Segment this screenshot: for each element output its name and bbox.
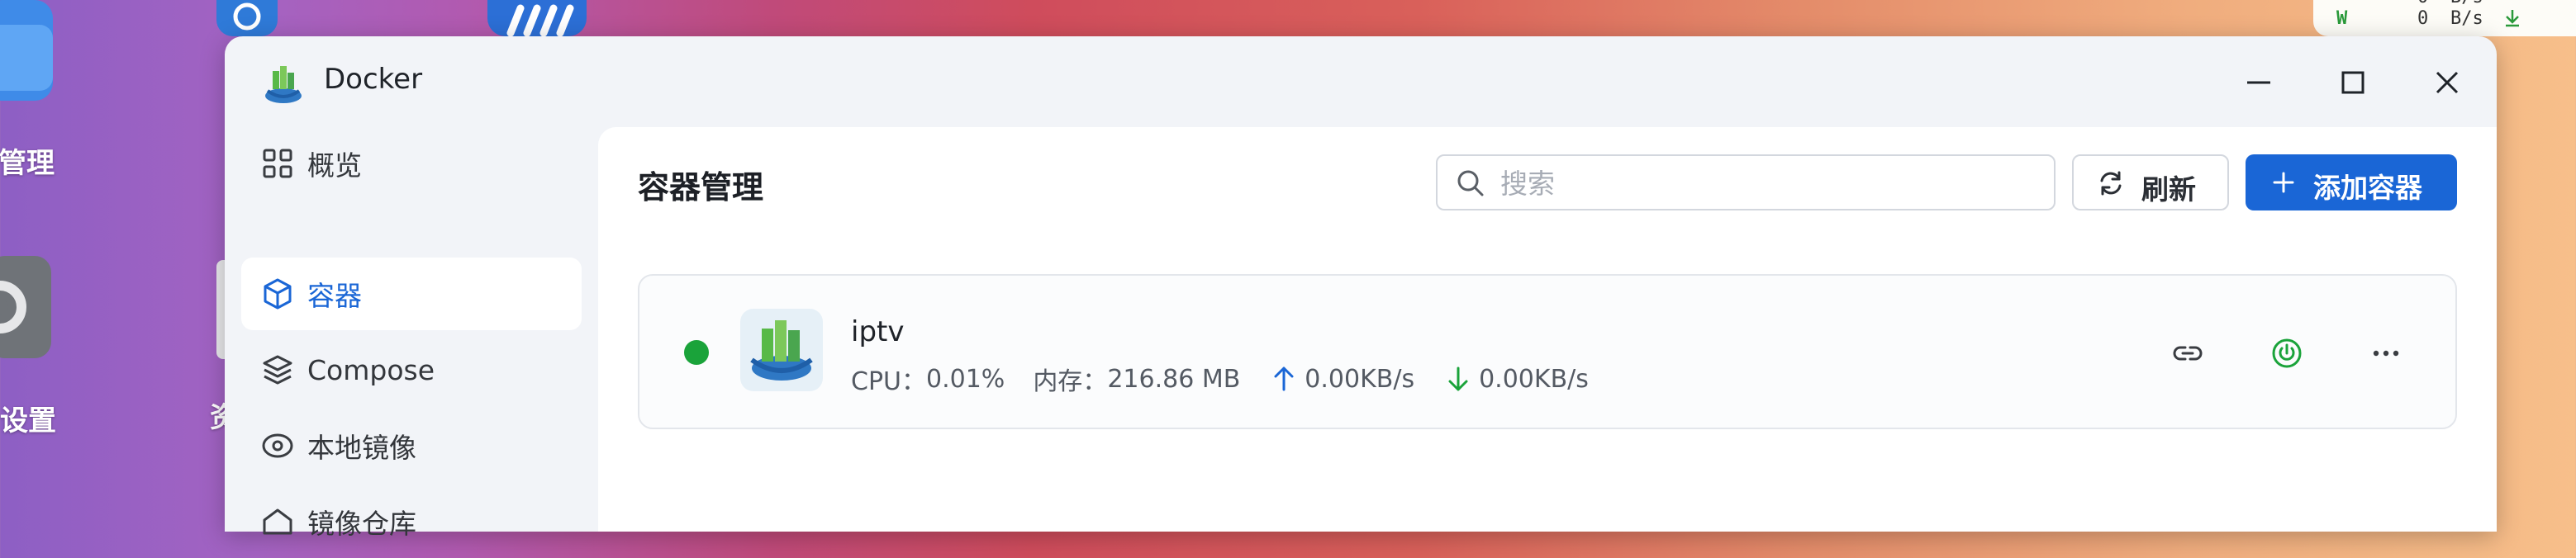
download-rate: 0.00KB/s [1479, 364, 1589, 394]
netmon-write-unit: B/s [2450, 8, 2483, 29]
disc-icon [262, 433, 293, 458]
title-bar[interactable]: Docker [225, 36, 2497, 127]
container-stats: CPU： 0.01% 内存： 216.86 MB 0.00KB/s 0.00KB… [851, 361, 1589, 397]
docker-logo-icon [261, 61, 306, 109]
refresh-button[interactable]: 刷新 [2072, 154, 2229, 210]
network-monitor: 0 B/s W 0 B/s [2313, 0, 2576, 36]
plus-icon [2273, 172, 2294, 193]
download-arrow-icon [1448, 366, 1468, 391]
desktop-label-manage: 管理 [0, 147, 55, 180]
page-title: 容器管理 [638, 169, 764, 206]
search-input[interactable] [1499, 156, 2031, 210]
docker-window: Docker 概览 容器 Compose 本地镜像 镜像仓库 容器管理 搜索 刷… [225, 36, 2497, 540]
app2-desktop-icon[interactable] [487, 0, 587, 37]
power-icon [2272, 338, 2302, 368]
refresh-label: 刷新 [2141, 173, 2196, 206]
maximize-icon [2341, 71, 2365, 94]
container-power-button[interactable] [2260, 327, 2313, 380]
link-icon [2173, 346, 2203, 361]
container-logo-icon [740, 309, 823, 391]
more-icon [2373, 350, 2399, 357]
close-icon [2436, 71, 2459, 94]
download-arrow-icon [2503, 8, 2521, 31]
main-panel: 容器管理 刷新 添加容器 ipt [598, 127, 2497, 532]
cpu-label: CPU： [851, 367, 926, 396]
status-running-indicator [684, 340, 709, 365]
netmon-write-label: W [2336, 8, 2348, 29]
minimize-icon [2247, 81, 2270, 84]
sidebar-item-containers[interactable]: 容器 [241, 258, 582, 330]
netmon-top-value: 0 [2417, 0, 2428, 7]
folder-desktop-icon[interactable] [0, 0, 53, 101]
container-link-button[interactable] [2161, 327, 2214, 380]
refresh-icon [2100, 171, 2122, 196]
upload-arrow-icon [1274, 366, 1294, 391]
memory-label: 内存： [1033, 367, 1108, 396]
search-icon [1457, 170, 1484, 196]
container-card[interactable]: iptv CPU： 0.01% 内存： 216.86 MB 0.00KB/s 0… [638, 274, 2457, 429]
sidebar-item-label: 镜像仓库 [307, 508, 416, 540]
sidebar-item-label: 容器 [307, 280, 362, 312]
container-more-button[interactable] [2360, 327, 2412, 380]
desktop-label-settings: 设置 [0, 404, 56, 437]
grid-icon [263, 149, 292, 178]
sidebar-item-overview[interactable]: 概览 [241, 127, 582, 200]
search-box[interactable] [1436, 154, 2056, 210]
cpu-value: 0.01% [926, 364, 1005, 394]
sidebar-item-local-images[interactable]: 本地镜像 [241, 409, 582, 482]
maximize-button[interactable] [2330, 59, 2376, 106]
add-container-label: 添加容器 [2313, 172, 2422, 204]
container-name: iptv [851, 315, 905, 348]
gear-desktop-icon[interactable] [0, 256, 51, 358]
app-desktop-icon[interactable] [216, 0, 278, 36]
memory-value: 216.86 MB [1107, 364, 1241, 394]
sidebar-item-label: Compose [307, 353, 435, 386]
netmon-top-unit: B/s [2450, 0, 2483, 7]
upload-rate: 0.00KB/s [1305, 364, 1415, 394]
sidebar-item-compose[interactable]: Compose [241, 333, 582, 406]
netmon-write-value: 0 [2417, 8, 2429, 29]
sidebar-item-repository[interactable]: 镜像仓库 [241, 485, 582, 558]
window-title: Docker [324, 63, 423, 96]
layers-icon [263, 355, 292, 385]
sidebar: 概览 容器 Compose 本地镜像 镜像仓库 [225, 127, 596, 540]
add-container-button[interactable]: 添加容器 [2246, 154, 2457, 210]
sidebar-item-label: 本地镜像 [307, 432, 416, 464]
sidebar-item-label: 概览 [307, 149, 362, 182]
cube-icon [264, 278, 292, 310]
close-button[interactable] [2424, 59, 2470, 106]
minimize-button[interactable] [2236, 59, 2282, 106]
repository-icon [263, 508, 292, 535]
